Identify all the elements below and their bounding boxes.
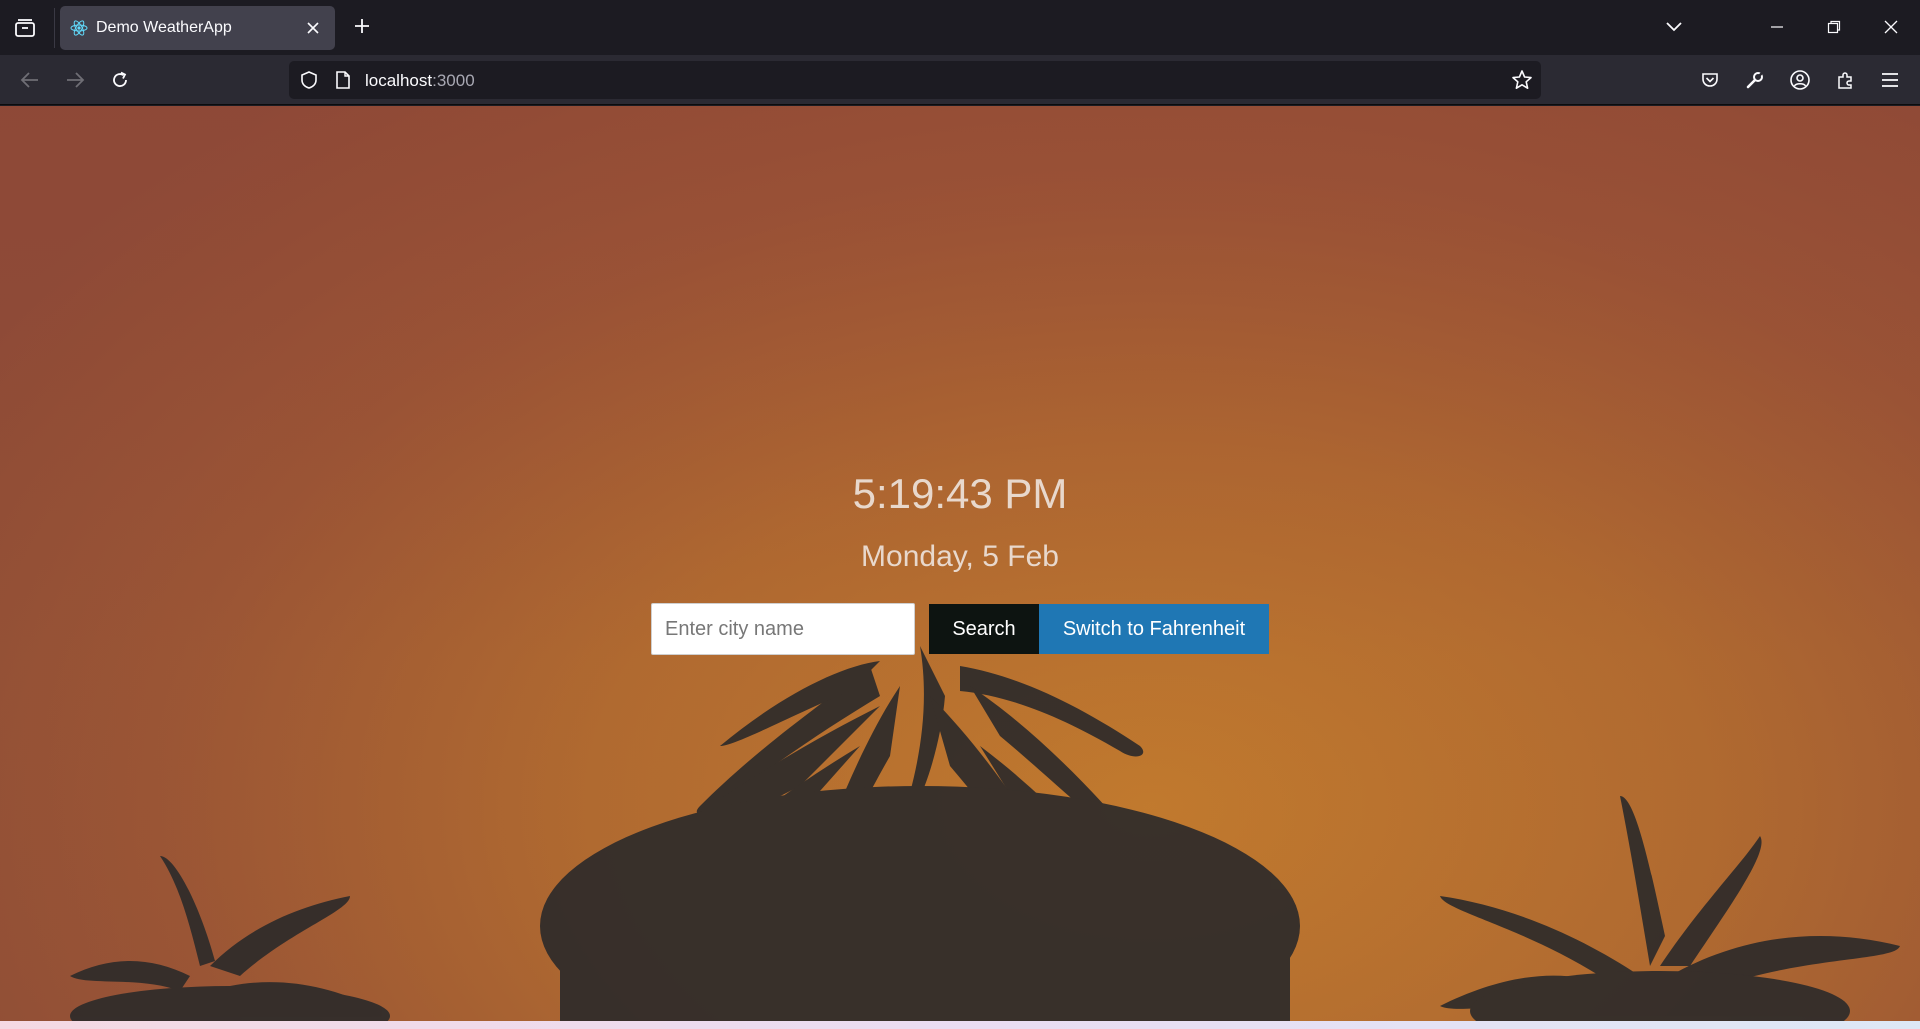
close-icon[interactable] bbox=[301, 16, 325, 40]
browser-tab[interactable]: Demo WeatherApp bbox=[60, 6, 335, 50]
tab-separator bbox=[54, 8, 55, 48]
search-button[interactable]: Search bbox=[929, 604, 1039, 654]
back-arrow-icon[interactable] bbox=[14, 64, 46, 96]
bottom-strip bbox=[0, 1021, 1920, 1029]
chevron-down-icon[interactable] bbox=[1654, 10, 1694, 44]
current-date: Monday, 5 Feb bbox=[861, 540, 1059, 573]
extensions-icon[interactable] bbox=[1829, 64, 1861, 96]
switch-unit-button[interactable]: Switch to Fahrenheit bbox=[1039, 604, 1269, 654]
tab-bar: Demo WeatherApp bbox=[0, 0, 1920, 55]
page-icon[interactable] bbox=[334, 70, 352, 90]
account-icon[interactable] bbox=[1784, 64, 1816, 96]
plus-icon[interactable] bbox=[348, 12, 376, 40]
url-host: localhost bbox=[365, 71, 433, 90]
menu-icon[interactable] bbox=[1874, 64, 1906, 96]
tab-list-icon[interactable] bbox=[10, 16, 40, 40]
forward-arrow-icon[interactable] bbox=[59, 64, 91, 96]
city-search-input[interactable] bbox=[651, 603, 915, 655]
react-icon bbox=[70, 19, 88, 37]
restore-icon[interactable] bbox=[1814, 10, 1854, 44]
star-icon[interactable] bbox=[1511, 69, 1533, 91]
url-text[interactable]: localhost:3000 bbox=[365, 71, 475, 91]
close-window-icon[interactable] bbox=[1871, 10, 1911, 44]
navigation-bar: localhost:3000 bbox=[0, 55, 1920, 105]
url-port: :3000 bbox=[432, 71, 475, 90]
pocket-icon[interactable] bbox=[1694, 64, 1726, 96]
wrench-icon[interactable] bbox=[1739, 64, 1771, 96]
current-time: 5:19:43 PM bbox=[852, 470, 1068, 517]
reload-icon[interactable] bbox=[104, 64, 136, 96]
shield-icon[interactable] bbox=[299, 70, 319, 90]
url-bar[interactable]: localhost:3000 bbox=[289, 61, 1541, 99]
tab-title: Demo WeatherApp bbox=[96, 19, 232, 36]
weather-app-page: 5:19:43 PM Monday, 5 Feb Search Switch t… bbox=[0, 106, 1920, 1023]
minimize-icon[interactable] bbox=[1757, 10, 1797, 44]
